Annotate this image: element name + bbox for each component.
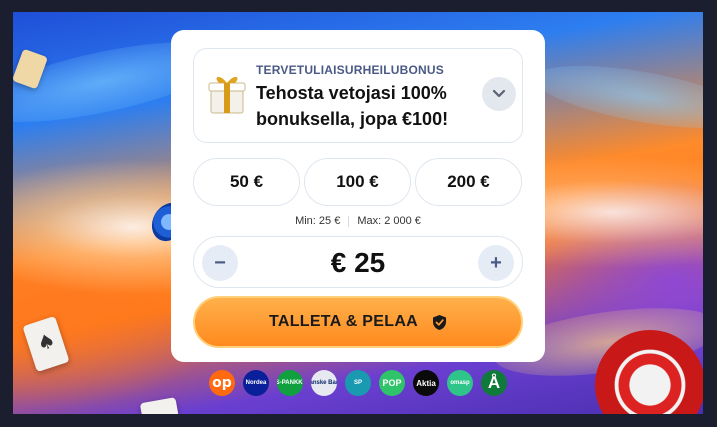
alandsbanken-icon: Å bbox=[481, 370, 507, 396]
min-limit: Min: 25 € bbox=[295, 215, 341, 227]
op-icon: op bbox=[209, 370, 235, 396]
deposit-and-play-button[interactable]: TALLETA & PELAA bbox=[193, 296, 523, 348]
bonus-kicker: TERVETULIAISURHEILUBONUS bbox=[256, 63, 444, 77]
omasp-icon: omasp bbox=[447, 370, 473, 396]
amount-200-button[interactable]: 200 € bbox=[415, 158, 522, 206]
gift-icon bbox=[208, 76, 246, 114]
expand-bonus-button[interactable] bbox=[482, 77, 516, 111]
saastopankki-icon: SP bbox=[345, 370, 371, 396]
amount-stepper: − € 25 + bbox=[193, 236, 523, 288]
light-streak bbox=[530, 53, 703, 141]
playing-card bbox=[139, 397, 183, 414]
aktia-icon: Aktia bbox=[413, 370, 439, 396]
deposit-limits: Min: 25 € Max: 2 000 € bbox=[171, 214, 545, 228]
shield-check-icon bbox=[433, 314, 447, 330]
bonus-title: Tehosta vetojasi 100% bonuksella, jopa €… bbox=[256, 83, 449, 129]
danske-bank-icon: Danske Bank bbox=[311, 370, 337, 396]
payment-methods: op Nordea S-PANKKI Danske Bank SP POP Aktia oma… bbox=[209, 370, 507, 396]
playing-card-spade bbox=[22, 315, 70, 373]
amount-50-button[interactable]: 50 € bbox=[193, 158, 300, 206]
deposit-panel: TERVETULIAISURHEILUBONUS Tehosta vetojas… bbox=[171, 30, 545, 362]
pop-icon: POP bbox=[379, 370, 405, 396]
welcome-bonus-card[interactable]: TERVETULIAISURHEILUBONUS Tehosta vetojas… bbox=[193, 48, 523, 143]
increase-amount-button[interactable]: + bbox=[478, 245, 514, 281]
limit-divider bbox=[348, 215, 350, 227]
max-limit: Max: 2 000 € bbox=[357, 215, 421, 227]
amount-input[interactable]: € 25 bbox=[254, 237, 462, 289]
chevron-down-icon bbox=[492, 89, 506, 98]
amount-100-button[interactable]: 100 € bbox=[304, 158, 411, 206]
handelsbanken-icon: S-PANKKI bbox=[277, 370, 303, 396]
decrease-amount-button[interactable]: − bbox=[202, 245, 238, 281]
nordea-icon: Nordea bbox=[243, 370, 269, 396]
deposit-button-label: TALLETA & PELAA bbox=[268, 313, 419, 330]
